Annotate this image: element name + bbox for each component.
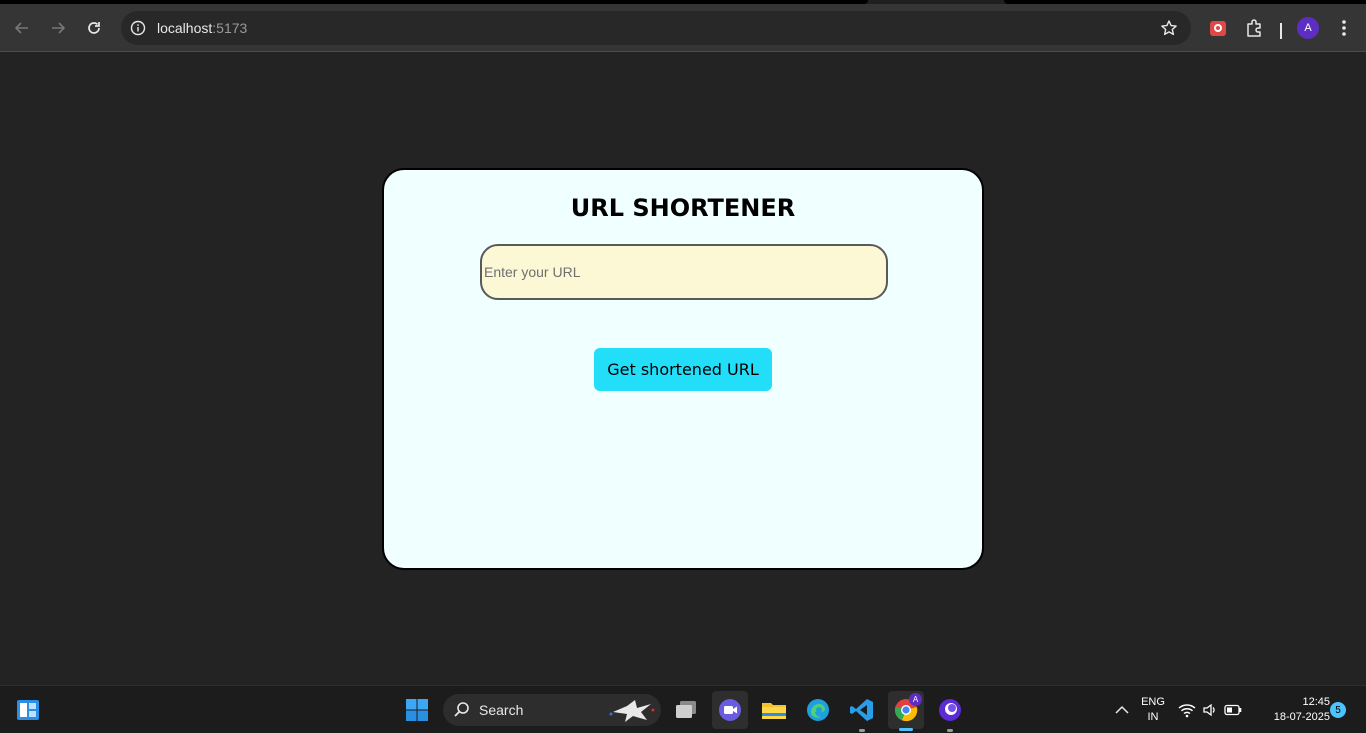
bookmark-star-icon[interactable]	[1159, 18, 1179, 38]
taskbar: Search A ENG IN 12:45 18-07-2025 5	[0, 685, 1366, 733]
address-host: localhost	[157, 20, 213, 36]
search-label: Search	[479, 702, 524, 718]
browser-toolbar: localhost:5173 A	[0, 4, 1366, 52]
search-icon	[454, 702, 469, 717]
reload-icon	[88, 22, 100, 34]
notification-badge[interactable]: 5	[1330, 702, 1346, 718]
quick-settings[interactable]	[1176, 694, 1244, 726]
edge-browser-icon[interactable]	[802, 694, 834, 726]
vscode-icon[interactable]	[846, 694, 878, 732]
toolbar-divider	[1280, 23, 1282, 39]
get-shortened-url-button[interactable]: Get shortened URL	[594, 348, 772, 391]
taskbar-search[interactable]: Search	[443, 694, 661, 726]
url-input[interactable]	[480, 244, 888, 300]
profile-avatar[interactable]: A	[1297, 17, 1319, 39]
address-url[interactable]: localhost:5173	[157, 20, 247, 36]
start-windows-icon[interactable]	[401, 694, 433, 726]
chrome-profile-badge: A	[909, 693, 922, 706]
file-explorer-icon[interactable]	[758, 694, 790, 726]
site-info-icon[interactable]	[129, 19, 147, 37]
back-button[interactable]	[6, 12, 38, 44]
address-port: :5173	[212, 20, 248, 36]
address-bar[interactable]: localhost:5173	[121, 11, 1191, 45]
page-title: URL SHORTENER	[570, 194, 796, 222]
language-indicator[interactable]: ENG IN	[1136, 695, 1170, 725]
browser-menu-button[interactable]	[1332, 14, 1356, 42]
language-line1: ENG	[1141, 696, 1165, 708]
shortener-card: URL SHORTENER Get shortened URL	[382, 168, 984, 570]
vscode-running-indicator	[859, 729, 865, 732]
clock[interactable]: 12:45 18-07-2025	[1254, 695, 1330, 725]
clock-time: 12:45	[1302, 696, 1330, 708]
purple-app-icon[interactable]	[934, 694, 966, 732]
clock-date: 18-07-2025	[1273, 711, 1330, 723]
chrome-active-indicator	[899, 728, 913, 731]
battery-icon	[1224, 704, 1242, 716]
extension-icon[interactable]	[1204, 14, 1232, 42]
arrow-right-icon	[52, 22, 66, 34]
purple-app-running-indicator	[947, 729, 953, 732]
meet-app-icon[interactable]	[712, 691, 748, 729]
wifi-icon	[1178, 704, 1196, 718]
show-hidden-icons-chevron-up-icon[interactable]	[1106, 694, 1138, 726]
language-line2: IN	[1147, 711, 1159, 723]
task-view-icon[interactable]	[670, 694, 702, 726]
extensions-puzzle-icon[interactable]	[1240, 14, 1268, 42]
arrow-left-icon	[14, 22, 28, 34]
volume-icon	[1203, 703, 1215, 717]
widgets-icon[interactable]	[12, 694, 44, 726]
reload-button[interactable]	[78, 12, 110, 44]
forward-button[interactable]	[42, 12, 74, 44]
chrome-icon[interactable]: A	[888, 691, 924, 731]
more-vert-icon	[1342, 20, 1346, 36]
search-highlight-bird-icon	[609, 700, 655, 722]
